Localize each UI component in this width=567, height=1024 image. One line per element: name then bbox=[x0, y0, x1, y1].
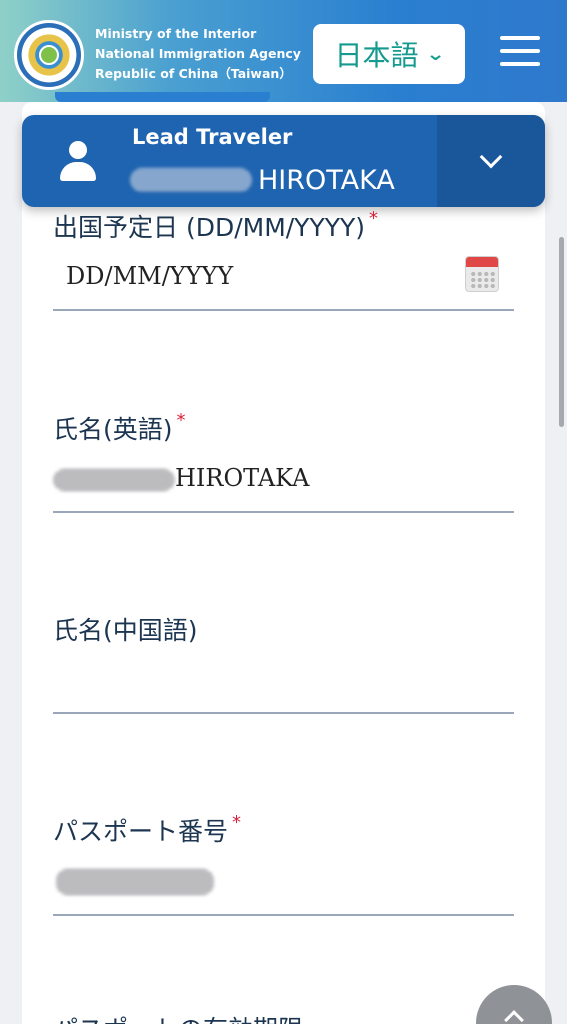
chevron-down-icon: ⌄ bbox=[426, 43, 446, 65]
lead-traveler-given-name: HIROTAKA bbox=[258, 164, 395, 196]
redacted-passport-number bbox=[56, 868, 214, 895]
required-mark: * bbox=[369, 208, 379, 229]
site-header: Ministry of the Interior National Immigr… bbox=[0, 0, 567, 102]
name-english-given-name: HIROTAKA bbox=[175, 464, 310, 492]
logo-emblem bbox=[39, 45, 59, 65]
lead-traveler-name: HIROTAKA bbox=[130, 163, 395, 197]
name-chinese-input[interactable] bbox=[53, 665, 514, 699]
departure-date-label: 出国予定日 (DD/MM/YYYY) * bbox=[53, 208, 379, 242]
agency-line-nia: National Immigration Agency bbox=[95, 46, 301, 61]
passport-number-field: パスポート番号 * bbox=[53, 812, 514, 918]
passport-number-input[interactable] bbox=[56, 866, 214, 895]
scrollbar[interactable] bbox=[559, 237, 564, 427]
name-english-input[interactable]: HIROTAKA bbox=[53, 464, 309, 492]
passport-expiry-field: パスポートの有効期限 bbox=[53, 1010, 514, 1024]
person-icon bbox=[60, 141, 96, 181]
calendar-icon[interactable] bbox=[465, 256, 499, 292]
name-english-underline bbox=[53, 511, 514, 513]
required-mark: * bbox=[176, 410, 186, 431]
agency-name: Ministry of the Interior National Immigr… bbox=[95, 24, 301, 84]
passport-number-underline bbox=[53, 914, 514, 916]
redacted-surname bbox=[53, 468, 175, 491]
language-selector[interactable]: 日本語 ⌄ bbox=[313, 24, 465, 84]
passport-number-label: パスポート番号 * bbox=[53, 812, 242, 846]
lead-traveler-panel[interactable]: Lead Traveler HIROTAKA bbox=[22, 115, 545, 207]
hamburger-menu-icon[interactable] bbox=[500, 36, 540, 70]
redacted-surname bbox=[130, 168, 252, 192]
agency-line-roc: Republic of China（Taiwan） bbox=[95, 66, 292, 81]
passport-expiry-label: パスポートの有効期限 bbox=[53, 1010, 514, 1024]
name-chinese-field: 氏名(中国語) bbox=[53, 611, 514, 715]
name-english-label: 氏名(英語) * bbox=[53, 410, 186, 444]
departure-date-input[interactable]: DD/MM/YYYY bbox=[66, 262, 233, 290]
language-selected-label: 日本語 bbox=[334, 39, 419, 72]
chevron-up-icon bbox=[504, 1010, 524, 1024]
lead-traveler-title: Lead Traveler bbox=[132, 125, 293, 149]
name-english-field: 氏名(英語) * HIROTAKA bbox=[53, 410, 514, 514]
departure-date-field: 出国予定日 (DD/MM/YYYY) * DD/MM/YYYY bbox=[53, 208, 514, 312]
agency-line-ministry: Ministry of the Interior bbox=[95, 26, 257, 41]
required-mark: * bbox=[232, 812, 242, 833]
departure-date-underline bbox=[53, 309, 514, 311]
name-chinese-label: 氏名(中国語) bbox=[53, 616, 198, 645]
agency-logo[interactable] bbox=[14, 20, 84, 90]
page: Ministry of the Interior National Immigr… bbox=[0, 0, 567, 1024]
chevron-down-icon bbox=[479, 145, 503, 169]
lead-traveler-expand-button[interactable] bbox=[437, 115, 545, 207]
name-chinese-underline bbox=[53, 712, 514, 714]
header-tab-indicator bbox=[55, 92, 270, 102]
